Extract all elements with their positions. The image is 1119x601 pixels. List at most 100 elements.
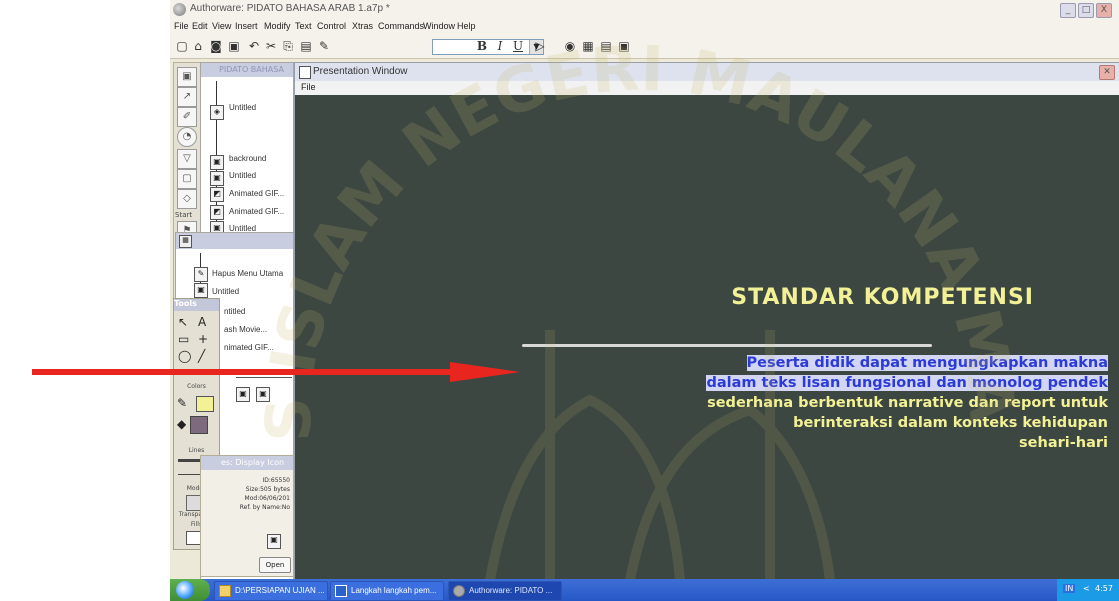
menu-commands[interactable]: Commands: [378, 21, 424, 31]
maximize-button[interactable]: □: [1078, 3, 1094, 18]
presentation-window: Presentation Window ✕ File STANDAR KOMPE…: [294, 62, 1119, 581]
crosshair-tool-icon[interactable]: +: [198, 332, 208, 346]
tools-header: Tools: [174, 299, 219, 311]
taskbar-item-word[interactable]: Langkah langkah pem...: [330, 581, 444, 601]
icon-reference: Ref. by Name:No: [239, 504, 290, 511]
menu-edit[interactable]: Edit: [192, 21, 208, 31]
display-icon[interactable]: ▣: [210, 155, 224, 170]
erase-icon[interactable]: ✐: [177, 107, 197, 127]
start-button[interactable]: [170, 579, 210, 601]
paste-icon[interactable]: ▤: [298, 38, 314, 54]
navigate-icon[interactable]: ▽: [177, 149, 197, 169]
copy-icon[interactable]: ⎘: [280, 38, 296, 54]
pointer-tool-icon[interactable]: ↖: [178, 315, 188, 329]
new-file-icon[interactable]: ▢: [174, 38, 190, 54]
fill-color-swatch[interactable]: [190, 416, 208, 434]
tools-title: Tools: [174, 299, 197, 308]
presentation-close-button[interactable]: ✕: [1099, 65, 1115, 80]
presentation-title: Presentation Window: [313, 66, 408, 77]
wait-icon[interactable]: ◔: [177, 127, 197, 147]
start-flag-label: Start: [175, 211, 193, 219]
menu-window[interactable]: Window: [423, 21, 455, 31]
framework-icon[interactable]: ▢: [177, 169, 197, 189]
open-file-icon[interactable]: ⌂: [190, 38, 206, 54]
pen-color-icon[interactable]: ✎: [177, 396, 187, 410]
title-bar: Authorware: PIDATO BAHASA ARAB 1.a7p * _…: [170, 0, 1119, 21]
italic-button[interactable]: I: [492, 38, 508, 54]
flow-item-label[interactable]: Hapus Menu Utama: [212, 269, 283, 278]
properties-header: es: Display Icon: [201, 456, 293, 470]
save-all-icon[interactable]: ◙: [208, 38, 224, 54]
flow-item-label[interactable]: Untitled: [229, 103, 256, 112]
clock[interactable]: 4:57: [1095, 584, 1113, 593]
functions-icon[interactable]: ▦: [580, 38, 596, 54]
taskbar-item-authorware[interactable]: Authorware: PIDATO ...: [448, 581, 562, 601]
flow-item-label[interactable]: backround: [229, 154, 266, 163]
menu-xtras[interactable]: Xtras: [352, 21, 373, 31]
taskbar-item-explorer[interactable]: D:\PERSIAPAN UJIAN ...: [214, 581, 328, 601]
undo-icon[interactable]: ↶: [246, 38, 262, 54]
restart-icon[interactable]: ▷: [532, 38, 548, 54]
motion-icon[interactable]: ↗: [177, 87, 197, 107]
presentation-menu: File: [295, 81, 1119, 95]
menu-modify[interactable]: Modify: [264, 21, 291, 31]
variables-icon[interactable]: ▤: [598, 38, 614, 54]
authorware-app-icon: [173, 3, 186, 16]
flow-item-label[interactable]: Animated GIF...: [229, 189, 284, 198]
menu-file[interactable]: File: [174, 21, 189, 31]
flow-item-label[interactable]: nimated GIF...: [224, 343, 274, 352]
folder-icon: [219, 584, 231, 597]
underline-button[interactable]: U: [510, 38, 526, 54]
text-color-swatch[interactable]: [196, 396, 214, 412]
language-indicator[interactable]: IN: [1063, 584, 1076, 593]
menu-insert[interactable]: Insert: [235, 21, 258, 31]
flow-item-label[interactable]: Animated GIF...: [229, 207, 284, 216]
window-title: Authorware: PIDATO BAHASA ARAB 1.a7p *: [190, 3, 390, 14]
control-panel-icon[interactable]: ◉: [562, 38, 578, 54]
display-icon[interactable]: ▣: [256, 387, 270, 402]
decision-icon[interactable]: ◇: [177, 189, 197, 209]
display-icon[interactable]: ▣: [194, 283, 208, 298]
open-button[interactable]: Open: [259, 557, 291, 573]
animated-gif-icon[interactable]: ◩: [210, 187, 224, 202]
minimize-button[interactable]: _: [1060, 3, 1076, 18]
menu-control[interactable]: Control: [317, 21, 346, 31]
competency-paragraph[interactable]: Peserta didik dapat mengungkapkan makna …: [678, 353, 1108, 453]
menu-view[interactable]: View: [212, 21, 231, 31]
flow-item-label[interactable]: ash Movie...: [224, 325, 267, 334]
display-icon[interactable]: ▣: [177, 67, 197, 87]
selected-text-line[interactable]: Peserta didik dapat mengungkapkan makna: [746, 355, 1108, 371]
selected-text-line[interactable]: dalam teks lisan fungsional dan monolog …: [706, 375, 1108, 391]
flow-item-label[interactable]: ntitled: [224, 307, 245, 316]
interaction-icon[interactable]: ◈: [210, 105, 224, 120]
presentation-file-menu[interactable]: File: [301, 82, 316, 92]
line-tool-icon[interactable]: ╱: [198, 349, 205, 363]
lines-label: Lines: [188, 447, 205, 454]
display-icon[interactable]: ▣: [210, 171, 224, 186]
red-pointer-arrow: [32, 362, 520, 382]
fill-bucket-icon[interactable]: ◆: [177, 417, 186, 431]
presentation-header: Presentation Window ✕: [295, 63, 1119, 82]
sub-flowline-header: ▦: [175, 232, 294, 250]
chevron-left-icon[interactable]: <: [1083, 584, 1090, 593]
animated-gif-icon[interactable]: ◩: [210, 205, 224, 220]
display-icon[interactable]: ▣: [236, 387, 250, 402]
menu-bar: File Edit View Insert Modify Text Contro…: [170, 20, 1119, 34]
menu-text[interactable]: Text: [295, 21, 312, 31]
knowledge-objects-icon[interactable]: ▣: [616, 38, 632, 54]
close-button[interactable]: X: [1096, 3, 1112, 18]
display-icon: ▣: [267, 534, 281, 549]
flow-item-label[interactable]: Untitled: [229, 171, 256, 180]
rectangle-tool-icon[interactable]: ▭: [178, 332, 189, 346]
document-icon: [335, 584, 347, 597]
menu-help[interactable]: Help: [457, 21, 476, 31]
text-tool-icon[interactable]: A: [198, 315, 206, 329]
calculation-icon[interactable]: ✎: [194, 267, 208, 282]
import-icon[interactable]: ▣: [226, 38, 242, 54]
find-icon[interactable]: ✎: [316, 38, 332, 54]
ellipse-tool-icon[interactable]: ◯: [178, 349, 191, 363]
bold-button[interactable]: B: [474, 38, 490, 54]
heading-divider: [522, 344, 932, 347]
flow-item-label[interactable]: Untitled: [212, 287, 239, 296]
cut-icon[interactable]: ✂: [263, 38, 279, 54]
